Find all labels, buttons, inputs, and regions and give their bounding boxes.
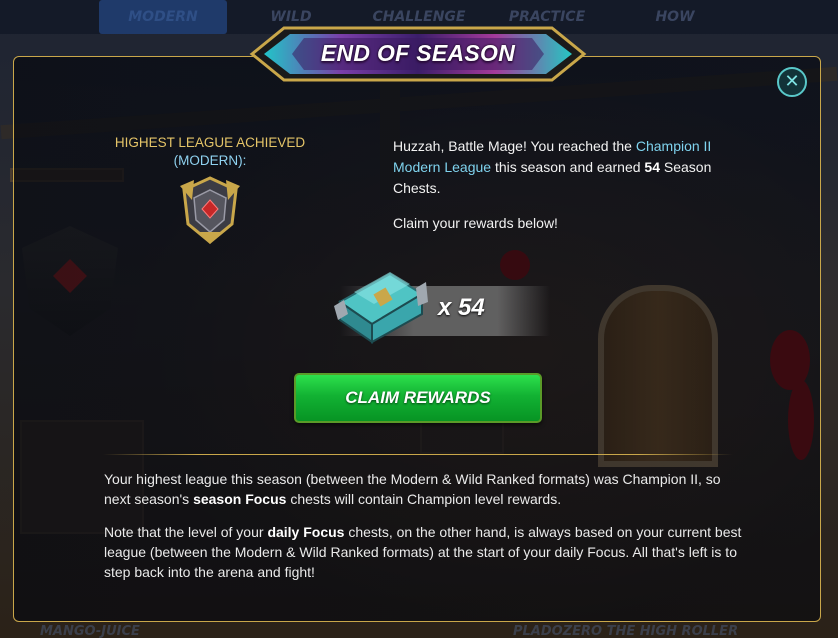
tab-modern: MODERN <box>99 0 227 34</box>
background-player-names: MANGO-JUICE PLADOZERO THE HIGH ROLLER <box>0 622 838 638</box>
season-info-text: Your highest league this season (between… <box>104 469 744 595</box>
info-paragraph-2: Note that the level of your daily Focus … <box>104 522 744 582</box>
modal-title: END OF SEASON <box>320 40 516 66</box>
season-result-message: Huzzah, Battle Mage! You reached the Cha… <box>393 136 738 199</box>
message-mid: this season and earned <box>491 159 645 175</box>
player-name-right: PLADOZERO THE HIGH ROLLER <box>513 624 739 638</box>
league-heading: HIGHEST LEAGUE ACHIEVED (MODERN): <box>100 134 320 170</box>
chest-count-bold: 54 <box>644 159 660 175</box>
season-chest-icon <box>330 262 430 348</box>
league-heading-mode: (MODERN): <box>173 153 247 168</box>
close-icon[interactable]: ✕ <box>777 67 807 97</box>
info1-bold: season Focus <box>193 491 287 507</box>
info1-after: chests will contain Champion level rewar… <box>286 491 562 507</box>
message-intro: Huzzah, Battle Mage! You reached the <box>393 138 636 154</box>
reward-count: x 54 <box>438 294 485 321</box>
claim-prompt: Claim your rewards below! <box>393 215 558 231</box>
info-paragraph-1: Your highest league this season (between… <box>104 469 744 509</box>
section-divider <box>103 454 733 455</box>
claim-rewards-button[interactable]: CLAIM REWARDS <box>294 373 542 423</box>
info2-bold: daily Focus <box>267 524 345 540</box>
player-name-left: MANGO-JUICE <box>40 624 140 638</box>
champion-league-badge-icon <box>176 176 244 250</box>
league-heading-line1: HIGHEST LEAGUE ACHIEVED <box>114 135 306 150</box>
info2-before: Note that the level of your <box>104 524 268 540</box>
title-banner: END OF SEASON <box>244 24 592 84</box>
tab-how: HOW <box>655 9 695 25</box>
